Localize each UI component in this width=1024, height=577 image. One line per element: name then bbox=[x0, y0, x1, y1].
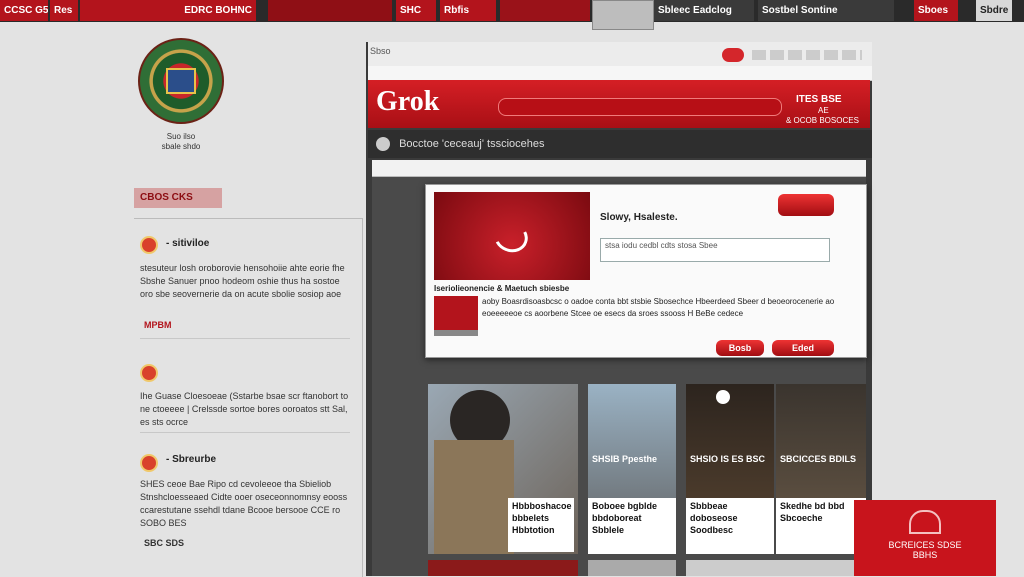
news-card-4[interactable]: SBCICCES BDILS Skedhe bd bbd Sbcoeche bbox=[776, 384, 866, 554]
divider bbox=[140, 338, 350, 339]
tab-2[interactable]: Res bbox=[50, 0, 78, 21]
tab-6[interactable]: Rbfis bbox=[440, 0, 496, 21]
article-thumbnail[interactable] bbox=[434, 296, 478, 336]
news-card-2[interactable]: SHSIB Ppesthe Boboee bgblde bbdoboreat S… bbox=[588, 384, 676, 554]
page-subheader: Bocctoe 'ceceauj' tssciocehes bbox=[368, 130, 872, 158]
search-input[interactable] bbox=[498, 98, 782, 116]
avatar bbox=[140, 364, 158, 382]
post-link-1[interactable]: MPBM bbox=[144, 320, 172, 330]
post-body-2: Ihe Guase Cloesoeae (Sstarbe bsae scr ft… bbox=[140, 391, 349, 427]
divider bbox=[140, 432, 350, 433]
address-bar[interactable] bbox=[368, 66, 872, 81]
uniform-photo bbox=[434, 440, 514, 554]
banner-right-3: & OCOB BOSOCES bbox=[786, 116, 859, 125]
dialog-left-button[interactable]: Bosb bbox=[716, 340, 764, 356]
site-logo[interactable]: Grok bbox=[376, 86, 439, 118]
post-title-3[interactable]: - Sbreurbe bbox=[166, 454, 216, 465]
post-body-3: SHES ceoe Bae Ripo cd cevoleeoe tha Sbie… bbox=[140, 479, 348, 528]
news-card-7[interactable] bbox=[686, 560, 866, 576]
dialog-heading: Slowy, Hsaleste. bbox=[600, 212, 678, 223]
sidebar-caption-1: Suo ilso bbox=[166, 132, 196, 141]
banner-right-2: AE bbox=[818, 106, 829, 115]
news-card-1[interactable]: Hbbboshacoe bbbelets Hbbtotion bbox=[428, 384, 578, 554]
promo-card[interactable]: BCREICES SDSE BBHS bbox=[854, 500, 996, 576]
page-subtitle: Bocctoe 'ceceauj' tssciocehes bbox=[399, 138, 545, 150]
tab-10[interactable]: Sboes bbox=[914, 0, 958, 21]
window-tab-title[interactable]: Sbso bbox=[370, 46, 391, 56]
tab-4[interactable] bbox=[268, 0, 392, 21]
globe-icon bbox=[376, 137, 390, 152]
tab-5[interactable]: SHC bbox=[396, 0, 436, 21]
news-card-3[interactable]: SHSIO IS ES BSC Sbbbeae doboseose Soodbe… bbox=[686, 384, 774, 554]
window-controls[interactable] bbox=[752, 50, 862, 60]
emblem-logo bbox=[138, 38, 224, 124]
emblem-icon bbox=[909, 510, 941, 534]
tab-7[interactable] bbox=[500, 0, 590, 21]
card-caption: Skedhe bd bbd Sbcoeche bbox=[776, 498, 866, 554]
dialog-input[interactable]: stsa iodu cedbl cdts stosa Sbee bbox=[600, 238, 830, 262]
card-overlay: SBCICCES BDILS bbox=[780, 454, 857, 464]
avatar bbox=[140, 236, 158, 254]
news-card-6[interactable] bbox=[588, 560, 676, 576]
banner-right-1: ITES BSE bbox=[796, 94, 842, 105]
tab-1[interactable]: CCSC G5 bbox=[0, 0, 48, 21]
active-tab[interactable] bbox=[592, 0, 654, 30]
avatar bbox=[140, 454, 158, 472]
post-link-3[interactable]: SBC SDS bbox=[144, 538, 184, 548]
post-title-1[interactable]: - sitiviloe bbox=[166, 238, 209, 249]
card-caption: Hbbboshacoe bbbelets Hbbtotion bbox=[508, 498, 574, 552]
light-icon bbox=[716, 390, 730, 404]
card-overlay: SHSIO IS ES BSC bbox=[690, 454, 766, 464]
record-icon[interactable] bbox=[722, 48, 744, 62]
article-body: aoby Boasrdisoasbcsc o oadoe conta bbt s… bbox=[482, 297, 835, 318]
article-title[interactable]: Iseriolieonencie & Maetuch sbiesbe bbox=[434, 284, 569, 293]
card-overlay: SHSIB Ppesthe bbox=[592, 454, 658, 464]
promo-line-1: BCREICES SDSE bbox=[888, 540, 962, 550]
toolstrip bbox=[372, 160, 866, 177]
sidebar-caption-2: sbale shdo bbox=[161, 142, 201, 151]
tab-3[interactable]: EDRC BOHNC bbox=[80, 0, 256, 21]
card-caption: Sbbbeae doboseose Soodbesc bbox=[686, 498, 774, 554]
dialog-right-button[interactable]: Eded bbox=[772, 340, 834, 356]
post-body-1: stesuteur losh oroborovie hensohoiie aht… bbox=[140, 263, 345, 299]
promo-line-2: BBHS bbox=[912, 550, 938, 560]
tab-8[interactable]: Sbleec Eadclog bbox=[654, 0, 754, 21]
sidebar-tag[interactable]: CBOS CKS bbox=[134, 188, 222, 208]
tab-9[interactable]: Sostbel Sontine bbox=[758, 0, 894, 21]
tab-11[interactable]: Sbdre bbox=[976, 0, 1012, 21]
card-caption: Boboee bgblde bbdoboreat Sbblele bbox=[588, 498, 676, 554]
dialog-top-button[interactable] bbox=[778, 194, 834, 216]
news-card-5[interactable] bbox=[428, 560, 578, 576]
browser-tab-strip: CCSC G5 Res EDRC BOHNC SHC Rbfis Sbleec … bbox=[0, 0, 1024, 30]
